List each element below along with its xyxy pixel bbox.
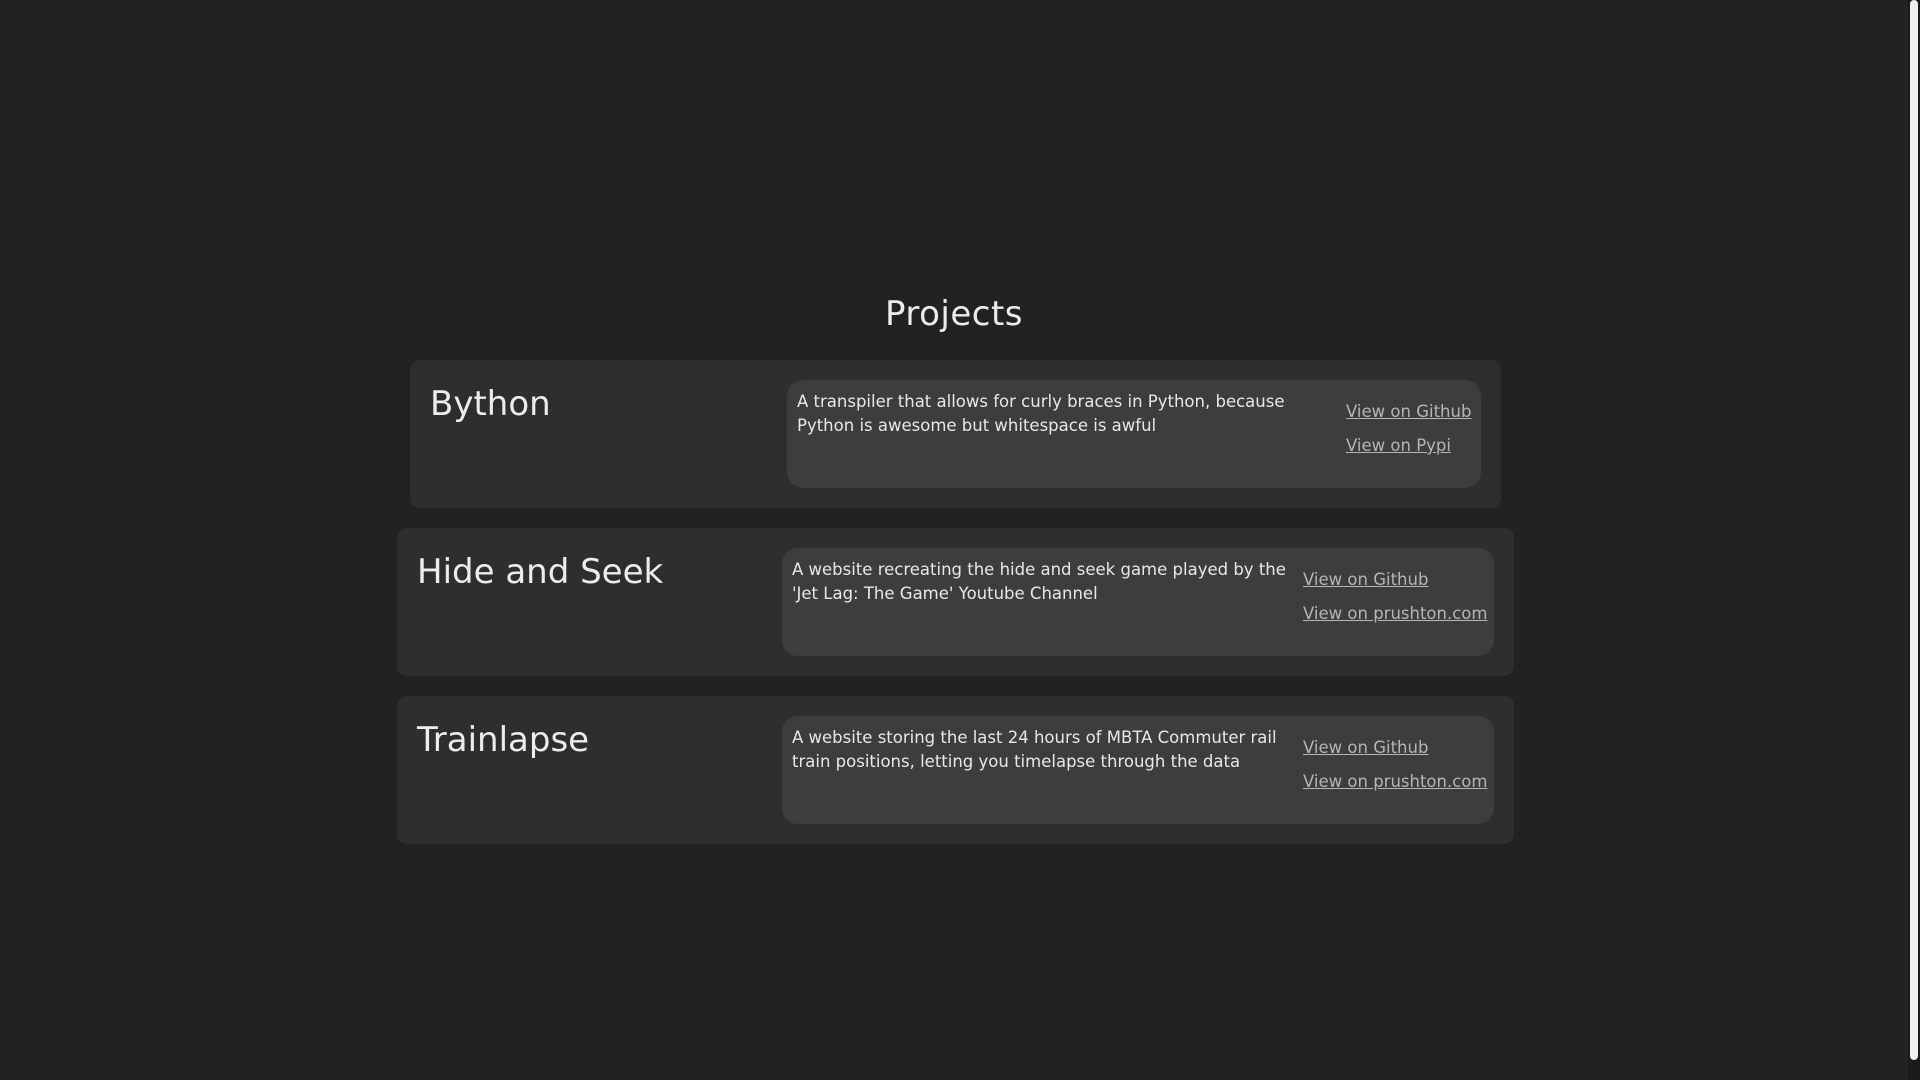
github-link[interactable]: View on Github bbox=[1303, 568, 1487, 592]
project-card-trainlapse: Trainlapse A website storing the last 24… bbox=[397, 696, 1514, 844]
page-title: Projects bbox=[884, 294, 1024, 334]
website-link[interactable]: View on prushton.com bbox=[1303, 602, 1487, 626]
scrollbar[interactable] bbox=[1908, 0, 1920, 1080]
project-links: View on Github View on Pypi bbox=[1346, 400, 1471, 458]
project-detail: A website storing the last 24 hours of M… bbox=[782, 716, 1494, 824]
pypi-link[interactable]: View on Pypi bbox=[1346, 434, 1471, 458]
github-link[interactable]: View on Github bbox=[1346, 400, 1471, 424]
project-links: View on Github View on prushton.com bbox=[1303, 736, 1487, 794]
github-link[interactable]: View on Github bbox=[1303, 736, 1487, 760]
page: Projects Bython A transpiler that allows… bbox=[0, 0, 1908, 1080]
project-description: A website storing the last 24 hours of M… bbox=[792, 728, 1277, 771]
scrollbar-thumb[interactable] bbox=[1910, 0, 1918, 1060]
project-links: View on Github View on prushton.com bbox=[1303, 568, 1487, 626]
project-card-bython: Bython A transpiler that allows for curl… bbox=[410, 360, 1501, 508]
website-link[interactable]: View on prushton.com bbox=[1303, 770, 1487, 794]
project-title: Bython bbox=[430, 384, 551, 424]
project-card-hide-and-seek: Hide and Seek A website recreating the h… bbox=[397, 528, 1514, 676]
project-detail: A transpiler that allows for curly brace… bbox=[787, 380, 1481, 488]
project-detail: A website recreating the hide and seek g… bbox=[782, 548, 1494, 656]
project-description: A website recreating the hide and seek g… bbox=[792, 560, 1286, 603]
project-title: Hide and Seek bbox=[417, 552, 664, 592]
project-description: A transpiler that allows for curly brace… bbox=[797, 392, 1285, 435]
project-title: Trainlapse bbox=[417, 720, 590, 760]
